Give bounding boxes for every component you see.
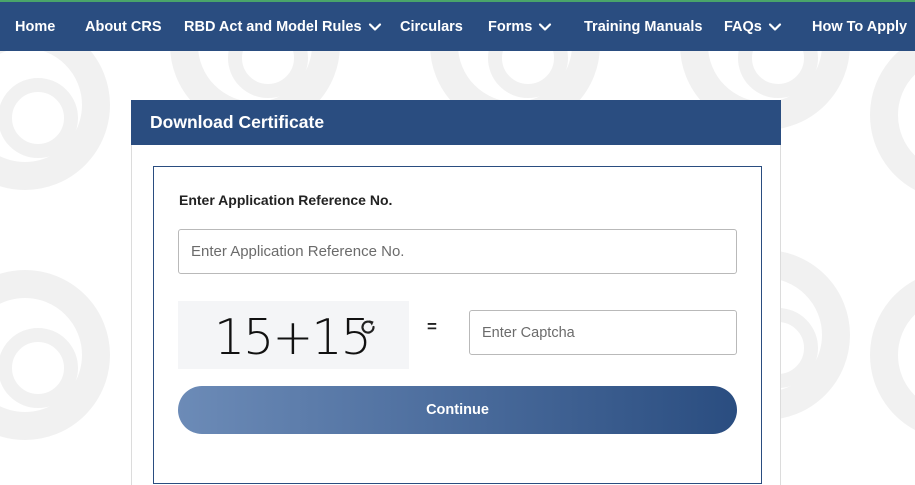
reference-field-label: Enter Application Reference No. — [179, 192, 393, 208]
nav-item-forms[interactable]: Forms — [488, 2, 552, 51]
nav-item-how-to-apply[interactable]: How To Apply — [812, 2, 907, 51]
form-panel: Enter Application Reference No. 15+15 = … — [153, 166, 762, 484]
captcha-image: 15+15 — [178, 301, 409, 369]
watermark-emblem — [870, 30, 915, 200]
card-title: Download Certificate — [131, 100, 781, 145]
captcha-input[interactable] — [469, 310, 737, 355]
equals-sign: = — [427, 317, 437, 336]
nav-item-about-crs[interactable]: About CRS — [85, 2, 162, 51]
chevron-down-icon — [368, 20, 382, 34]
watermark-emblem — [0, 270, 110, 440]
nav-item-label: About CRS — [85, 18, 162, 35]
nav-item-label: RBD Act and Model Rules — [184, 18, 362, 35]
nav-item-circulars[interactable]: Circulars — [400, 2, 463, 51]
top-navbar: Home About CRS RBD Act and Model Rules C… — [0, 0, 915, 51]
download-certificate-card: Download Certificate Enter Application R… — [131, 100, 781, 485]
nav-item-faqs[interactable]: FAQs — [724, 2, 782, 51]
chevron-down-icon — [768, 20, 782, 34]
nav-item-label: FAQs — [724, 18, 762, 35]
nav-item-label: How To Apply — [812, 18, 908, 35]
nav-item-training-manuals[interactable]: Training Manuals — [584, 2, 702, 51]
reference-number-input[interactable] — [178, 229, 737, 274]
nav-item-label: Training Manuals — [584, 18, 703, 35]
nav-item-label: Circulars — [400, 18, 463, 35]
nav-item-home[interactable]: Home — [15, 2, 55, 51]
captcha-expression: 15+15 — [214, 309, 372, 366]
nav-item-rbd-act[interactable]: RBD Act and Model Rules — [184, 2, 382, 51]
nav-item-label: Home — [15, 18, 56, 35]
chevron-down-icon — [538, 20, 552, 34]
continue-button[interactable]: Continue — [178, 386, 737, 434]
watermark-emblem — [870, 270, 915, 440]
refresh-icon[interactable] — [358, 317, 378, 337]
nav-item-label: Forms — [488, 18, 533, 35]
